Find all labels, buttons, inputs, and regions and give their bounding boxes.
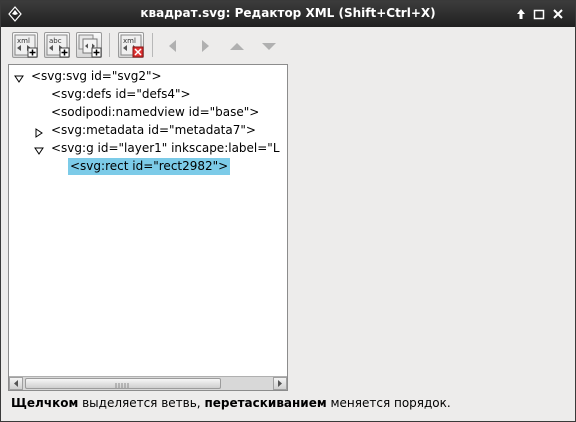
toolbar-icon-label: xml [123, 37, 136, 45]
title-bar[interactable]: квадрат.svg: Редактор XML (Shift+Ctrl+X) [1, 1, 575, 27]
toolbar-separator [109, 33, 110, 57]
scroll-right-button[interactable] [273, 377, 287, 390]
status-hint: Щелчком выделяется ветвь, перетаскивание… [11, 395, 571, 411]
status-hint-text-end: меняется порядок. [326, 396, 451, 410]
arrow-down-icon[interactable] [260, 37, 278, 55]
scrollbar-thumb[interactable] [25, 378, 221, 389]
toolbar-icon-label: xml [17, 37, 30, 45]
xml-new-element-icon: xml [14, 34, 38, 58]
duplicate-node-icon [78, 34, 102, 58]
expander-expanded-icon[interactable] [34, 145, 44, 155]
maximize-icon[interactable] [531, 6, 547, 22]
scroll-left-button[interactable] [9, 377, 23, 390]
xml-editor-window: квадрат.svg: Редактор XML (Shift+Ctrl+X)… [0, 0, 576, 422]
tree-node[interactable]: <sodipodi:namedview id="base"> [51, 104, 259, 121]
tree-node[interactable]: <svg:defs id="defs4"> [51, 86, 191, 103]
arrow-left-icon[interactable] [164, 37, 182, 55]
toolbar-separator [152, 33, 153, 57]
status-hint-bold-drag: перетаскиванием [204, 396, 327, 410]
tree-node[interactable]: <svg:svg id="svg2"> [31, 68, 162, 85]
arrow-right-icon[interactable] [196, 37, 214, 55]
horizontal-scrollbar[interactable] [9, 376, 287, 390]
toolbar-icon-label: abc [49, 37, 62, 45]
scrollbar-grip-icon [115, 383, 129, 388]
expander-collapsed-icon[interactable] [34, 127, 44, 138]
duplicate-node-button[interactable] [76, 32, 102, 58]
scroll-right-arrow-icon [278, 380, 282, 387]
delete-node-icon: xml [120, 34, 144, 58]
tree-node[interactable]: <svg:g id="layer1" inkscape:label="L [51, 140, 280, 157]
xml-new-text-icon: abc [46, 34, 70, 58]
window-title: квадрат.svg: Редактор XML (Shift+Ctrl+X) [140, 6, 436, 20]
delete-node-button[interactable]: xml [118, 32, 144, 58]
tree-node[interactable]: <svg:metadata id="metadata7"> [51, 122, 256, 139]
close-icon[interactable] [550, 6, 566, 22]
arrow-up-icon[interactable] [228, 37, 246, 55]
toolbar: xml abc xml [1, 27, 575, 63]
status-hint-bold-click: Щелчком [11, 396, 79, 410]
xml-node-tree[interactable]: <svg:svg id="svg2"> <svg:defs id="defs4"… [8, 64, 288, 391]
scroll-left-arrow-icon [14, 380, 18, 387]
tree-node-selected[interactable]: <svg:rect id="rect2982"> [68, 158, 231, 175]
status-hint-text: выделяется ветвь, [78, 396, 205, 410]
new-text-node-button[interactable]: abc [44, 32, 70, 58]
pin-icon[interactable] [513, 6, 529, 22]
expander-expanded-icon[interactable] [14, 73, 24, 83]
new-element-node-button[interactable]: xml [12, 32, 38, 58]
